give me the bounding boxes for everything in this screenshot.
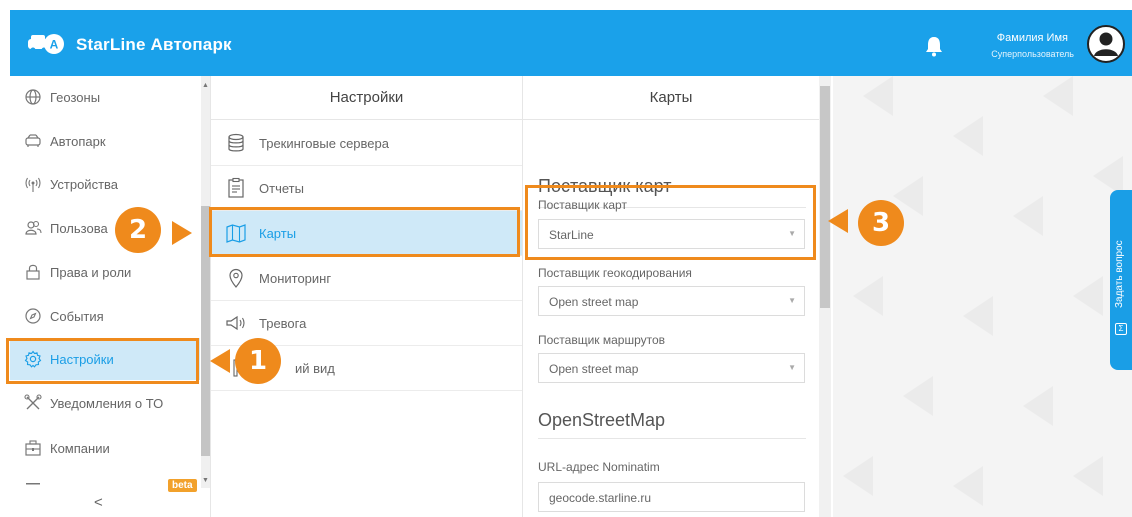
callout-badge-3: 3	[858, 200, 904, 246]
chevron-down-icon: ▼	[788, 296, 796, 305]
scroll-down-icon[interactable]: ▼	[202, 477, 209, 484]
maps-panel: Карты Поставщик карт Поставщик карт Star…	[523, 76, 833, 517]
company-icon	[25, 440, 41, 456]
user-role: Суперпользователь	[991, 49, 1074, 59]
sidebar-item-geozones[interactable]: Геозоны	[10, 76, 200, 118]
app-title: StarLine Автопарк	[76, 35, 232, 54]
truncated-icon	[26, 483, 40, 485]
routes-provider-label: Поставщик маршрутов	[538, 333, 666, 347]
routes-provider-value: Open street map	[549, 362, 639, 376]
sidebar-item-maintenance[interactable]: Уведомления о ТО	[10, 382, 200, 424]
settings-panel: Настройки Трекинговые сервера Отчеты Кар…	[211, 76, 523, 517]
nominatim-url-label: URL-адрес Nominatim	[538, 460, 660, 474]
sidebar-item-companies[interactable]: Компании	[10, 427, 200, 469]
ask-question-label: Задать вопрос	[1114, 240, 1125, 308]
settings-item-label: Тревога	[259, 316, 307, 331]
car-icon	[25, 134, 41, 147]
sidebar: Геозоны Автопарк Устройства Пользова Пра…	[10, 76, 211, 517]
beta-badge: beta	[168, 479, 197, 492]
sidebar-item-label: Геозоны	[50, 89, 101, 105]
geocoding-provider-label: Поставщик геокодирования	[538, 266, 692, 280]
maps-scrollbar-thumb[interactable]	[820, 86, 830, 308]
sidebar-item-label: События	[50, 308, 104, 324]
sidebar-item-label: Пользова	[50, 220, 108, 236]
callout-highlight-map-provider	[525, 185, 816, 260]
divider	[538, 438, 806, 439]
database-icon	[228, 133, 244, 152]
svg-text:A: A	[50, 38, 59, 52]
callout-arrow-left	[210, 349, 230, 373]
callout-badge-1: 1	[235, 338, 281, 384]
geocoding-provider-select[interactable]: Open street map ▼	[538, 286, 805, 316]
megaphone-icon	[226, 315, 245, 331]
sidebar-item-roles[interactable]: Права и роли	[10, 251, 200, 293]
settings-item-label: Трекинговые сервера	[259, 136, 389, 151]
starline-logo-icon[interactable]: A	[27, 31, 65, 57]
avatar-icon[interactable]	[1086, 24, 1126, 64]
settings-item-label: ий вид	[295, 361, 335, 376]
callout-arrow-right	[172, 221, 192, 245]
collapse-sidebar-button[interactable]: <	[94, 494, 103, 511]
nominatim-url-input[interactable]: geocode.starline.ru	[538, 482, 805, 512]
sidebar-item-label: Компании	[50, 440, 110, 456]
signal-icon	[25, 177, 41, 192]
callout-arrow-left	[828, 209, 848, 233]
lock-icon	[26, 264, 40, 280]
bell-icon[interactable]	[924, 35, 944, 57]
map-background	[833, 76, 1132, 517]
settings-item-label: Отчеты	[259, 181, 304, 196]
globe-icon	[25, 89, 41, 105]
location-pin-icon	[229, 268, 243, 288]
scroll-up-icon[interactable]: ▲	[202, 82, 209, 89]
user-name[interactable]: Фамилия Имя	[997, 32, 1068, 44]
sidebar-item-label: Устройства	[50, 176, 119, 192]
settings-title: Настройки	[211, 76, 522, 120]
callout-badge-2: 2	[115, 207, 161, 253]
callout-highlight-maps	[209, 207, 520, 257]
chevron-down-icon: ▼	[788, 363, 796, 372]
geocoding-provider-value: Open street map	[549, 295, 639, 309]
nominatim-url-value: geocode.starline.ru	[549, 491, 652, 505]
routes-provider-select[interactable]: Open street map ▼	[538, 353, 805, 383]
sidebar-item-label: Права и роли	[50, 264, 132, 280]
compass-icon	[25, 308, 41, 324]
top-bar: A StarLine Автопарк Фамилия Имя Суперпол…	[10, 10, 1132, 76]
callout-highlight-settings	[6, 338, 199, 384]
settings-item-tracking-servers[interactable]: Трекинговые сервера	[211, 121, 522, 166]
sigma-icon: Σ	[1115, 323, 1127, 335]
sidebar-item-label: Автопарк	[50, 133, 106, 149]
sidebar-item-label: Уведомления о ТО	[50, 395, 164, 411]
settings-item-monitoring[interactable]: Мониторинг	[211, 256, 522, 301]
map-pattern	[843, 76, 1123, 506]
settings-item-reports[interactable]: Отчеты	[211, 166, 522, 211]
settings-item-label: Мониторинг	[259, 271, 332, 286]
wrench-icon	[24, 394, 42, 410]
maps-title: Карты	[523, 76, 819, 120]
sidebar-item-fleet[interactable]: Автопарк	[10, 120, 200, 162]
ask-question-button[interactable]: Задать вопрос Σ	[1110, 190, 1132, 370]
section-title-osm: OpenStreetMap	[538, 410, 666, 430]
sidebar-item-devices[interactable]: Устройства	[10, 163, 200, 205]
users-icon	[25, 220, 42, 235]
sidebar-item-events[interactable]: События	[10, 295, 200, 337]
clipboard-icon	[228, 177, 244, 198]
